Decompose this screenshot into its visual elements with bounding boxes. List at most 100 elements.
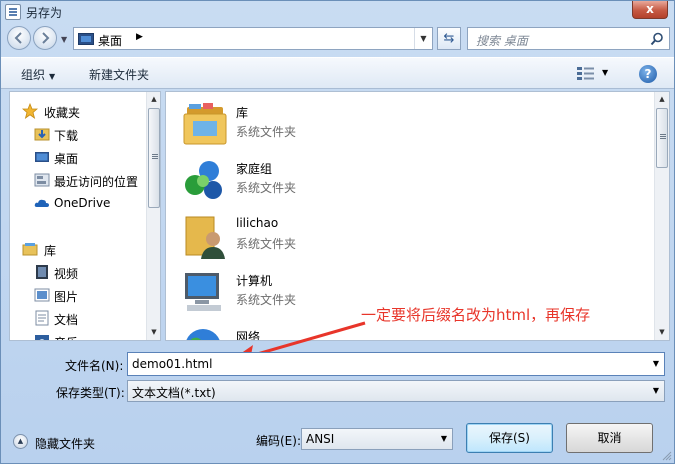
encoding-dropdown[interactable]: ▼ [436, 429, 452, 449]
sidebar-item-downloads[interactable]: 下载 [10, 124, 148, 144]
downloads-folder-icon [34, 128, 50, 141]
encoding-label: 编码(E): [256, 434, 301, 448]
encoding-value: ANSI [306, 432, 335, 446]
resize-grip-icon[interactable] [662, 451, 672, 461]
address-dropdown[interactable]: ▼ [414, 28, 432, 49]
navigation-pane: 收藏夹 下载 桌面 最近访问的位置 OneDrive 库 视频 图片 文档 ▲ … [9, 91, 161, 341]
save-options-panel: 文件名(N): demo01.html ▼ 保存类型(T): 文本文档(*.tx… [1, 343, 674, 463]
forward-button[interactable] [33, 26, 57, 50]
file-list-scrollbar[interactable]: ▲ ▼ [654, 92, 669, 340]
sidebar-item-pictures[interactable]: 图片 [10, 285, 148, 305]
scroll-up-icon[interactable]: ▲ [655, 92, 669, 107]
refresh-button[interactable]: ⇆ [437, 27, 461, 50]
file-name: lilichao [236, 216, 279, 230]
desktop-folder-icon [78, 33, 94, 45]
scroll-thumb[interactable] [148, 108, 160, 208]
filename-dropdown[interactable]: ▼ [648, 353, 664, 375]
grip-icon [660, 134, 666, 135]
filetype-label: 保存类型(T): [56, 386, 125, 400]
music-label: 音乐 [54, 334, 78, 340]
file-name: 计算机 [236, 274, 273, 288]
file-type: 系统文件夹 [236, 293, 297, 307]
search-icon[interactable] [650, 32, 664, 46]
annotation-note: 一定要将后缀名改为html，再保存 [361, 306, 591, 324]
sidebar-item-recent-places[interactable]: 最近访问的位置 [10, 170, 148, 190]
view-dropdown[interactable]: ▼ [602, 68, 608, 77]
homegroup-icon [185, 161, 222, 199]
scroll-down-icon[interactable]: ▼ [655, 325, 669, 340]
favorites-label: 收藏夹 [44, 106, 81, 120]
scroll-thumb[interactable] [656, 108, 668, 168]
command-bar: 组织 ▼ 新建文件夹 ▼ ? [1, 57, 674, 89]
encoding-select[interactable]: ANSI ▼ [301, 428, 453, 450]
onedrive-label: OneDrive [54, 196, 111, 210]
close-button[interactable]: x [632, 1, 668, 19]
computer-icon [185, 273, 221, 311]
filetype-value: 文本文档(*.txt) [132, 386, 216, 400]
user-folder-icon [185, 216, 225, 259]
dialog-title: 另存为 [26, 6, 63, 20]
breadcrumb-desktop[interactable]: 桌面 [98, 32, 122, 49]
filetype-select[interactable]: 文本文档(*.txt) ▼ [127, 380, 665, 402]
list-item[interactable]: 库 系统文件夹 [181, 97, 481, 149]
filename-label: 文件名(N): [65, 359, 124, 373]
downloads-label: 下载 [54, 129, 79, 143]
pictures-label: 图片 [54, 290, 79, 304]
view-options-icon[interactable] [577, 67, 595, 81]
picture-icon [34, 288, 50, 302]
music-icon [35, 335, 49, 340]
file-name: 家庭组 [236, 162, 273, 176]
onedrive-cloud-icon [34, 199, 49, 207]
videos-label: 视频 [54, 267, 79, 281]
list-item[interactable]: 家庭组 系统文件夹 [181, 153, 481, 205]
desktop-label: 桌面 [54, 152, 79, 166]
sidebar-item-music[interactable]: 音乐 [10, 331, 148, 340]
hide-folders-label: 隐藏文件夹 [35, 437, 96, 451]
notepad-icon [5, 4, 21, 20]
new-folder-button[interactable]: 新建文件夹 [89, 66, 149, 83]
recent-locations-dropdown[interactable]: ▼ [61, 35, 67, 44]
libraries-label: 库 [44, 244, 57, 258]
cancel-button[interactable]: 取消 [566, 423, 653, 453]
video-icon [36, 265, 48, 279]
star-icon [22, 103, 38, 119]
library-icon [22, 243, 38, 256]
back-arrow-icon [14, 32, 22, 44]
scroll-up-icon[interactable]: ▲ [147, 92, 160, 107]
filename-value: demo01.html [132, 357, 213, 371]
document-icon [35, 310, 49, 326]
file-name: 库 [236, 106, 249, 120]
chevron-up-icon: ▲ [13, 434, 28, 449]
save-button[interactable]: 保存(S) [466, 423, 553, 453]
filename-input[interactable]: demo01.html ▼ [127, 352, 665, 376]
search-placeholder: 搜索 桌面 [476, 34, 528, 48]
filetype-dropdown[interactable]: ▼ [648, 381, 664, 401]
organize-menu[interactable]: 组织 ▼ [21, 66, 55, 83]
sidebar-item-videos[interactable]: 视频 [10, 262, 148, 282]
back-button[interactable] [7, 26, 31, 50]
list-item[interactable]: lilichao 系统文件夹 [181, 209, 481, 261]
navigation-scrollbar[interactable]: ▲ ▼ [146, 92, 160, 340]
library-icon [183, 103, 227, 145]
navigation-bar: ▼ 桌面 ▶ ▼ ⇆ 搜索 桌面 [1, 25, 674, 53]
organize-label: 组织 [21, 68, 46, 82]
forward-arrow-icon [42, 32, 50, 44]
file-type: 系统文件夹 [236, 125, 297, 139]
address-bar[interactable]: 桌面 ▶ ▼ [73, 27, 433, 50]
search-box[interactable]: 搜索 桌面 [467, 27, 670, 50]
documents-label: 文档 [54, 313, 79, 327]
help-button[interactable]: ? [639, 65, 657, 83]
desktop-icon [35, 152, 49, 162]
scroll-down-icon[interactable]: ▼ [147, 325, 160, 340]
sidebar-item-documents[interactable]: 文档 [10, 308, 148, 328]
sidebar-item-onedrive[interactable]: OneDrive [10, 193, 148, 213]
file-type: 系统文件夹 [236, 181, 297, 195]
sidebar-item-desktop[interactable]: 桌面 [10, 147, 148, 167]
breadcrumb-chevron-icon[interactable]: ▶ [136, 32, 143, 42]
sidebar-item-libraries[interactable]: 库 [10, 239, 148, 259]
recent-places-icon [34, 173, 50, 187]
file-type: 系统文件夹 [236, 237, 297, 251]
chevron-down-icon: ▼ [49, 72, 56, 81]
recent-places-label: 最近访问的位置 [54, 175, 139, 189]
sidebar-item-favorites[interactable]: 收藏夹 [10, 101, 148, 121]
